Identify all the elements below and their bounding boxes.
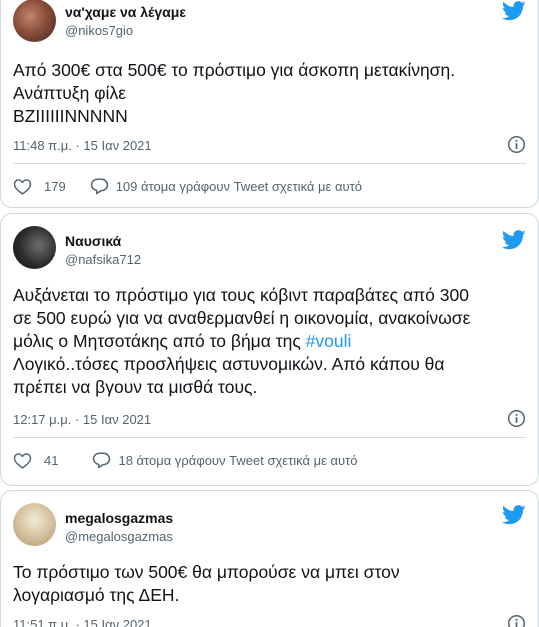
tweet-text-line: λογαριασμό της ΔΕΗ. xyxy=(13,585,180,605)
avatar[interactable] xyxy=(13,0,56,42)
divider xyxy=(13,437,526,438)
author-handle[interactable]: @megalosgazmas xyxy=(65,529,173,544)
tweet-text-line: μόλις ο Μητσοτάκης από το βήμα της #voul… xyxy=(13,330,528,353)
tweet-text-line: πρέπει να βγουν τα μισθά τους. xyxy=(13,377,258,397)
replies-link[interactable]: 18 άτομα γράφουν Tweet σχετικά με αυτό xyxy=(118,453,357,468)
tweet-text-line: Αυξάνεται το πρόστιμο για τους κόβιντ πα… xyxy=(13,285,469,305)
tweet-text-line: σε 500 ευρώ για να αναθερμανθεί η οικονο… xyxy=(13,308,471,328)
replies-link[interactable]: 109 άτομα γράφουν Tweet σχετικά με αυτό xyxy=(116,179,362,194)
avatar[interactable] xyxy=(13,503,56,546)
reply-icon xyxy=(93,452,111,469)
twitter-bird-icon[interactable] xyxy=(502,230,526,250)
like-button[interactable]: 41 xyxy=(13,452,58,469)
tweet-timestamp[interactable]: 11:48 π.μ. · 15 Ιαν 2021 xyxy=(13,138,152,153)
tweet-text: Από 300€ στα 500€ το πρόστιμο για άσκοπη… xyxy=(13,59,528,128)
tweet-text-segment: μόλις ο Μητσοτάκης από το βήμα της xyxy=(13,331,306,351)
tweet-timestamp[interactable]: 11:51 π.μ. · 15 Ιαν 2021 xyxy=(13,617,152,627)
tweet-text-line: BZIIIIIINNNNN xyxy=(13,106,128,126)
info-icon[interactable] xyxy=(507,135,526,154)
reply-button[interactable]: 18 άτομα γράφουν Tweet σχετικά με αυτό xyxy=(92,451,357,469)
like-count: 41 xyxy=(44,452,59,468)
tweet-text-line: Ανάπτυξη φίλε xyxy=(13,83,126,103)
author-handle[interactable]: @nikos7gio xyxy=(65,23,133,38)
tweet-text-line: Από 300€ στα 500€ το πρόστιμο για άσκοπη… xyxy=(13,60,456,80)
tweet-card[interactable]: megalosgazmas @megalosgazmas Το πρόστιμο… xyxy=(0,490,539,627)
like-count: 179 xyxy=(44,178,66,194)
tweet-text-line: Λογικό..τόσες προσλήψεις αστυνομικών. Απ… xyxy=(13,354,445,374)
heart-icon xyxy=(13,452,32,469)
reply-icon xyxy=(90,178,108,195)
reply-button[interactable]: 109 άτομα γράφουν Tweet σχετικά με αυτό xyxy=(90,177,362,195)
hashtag-link[interactable]: #vouli xyxy=(306,331,352,351)
avatar[interactable] xyxy=(13,226,56,269)
author-name[interactable]: megalosgazmas xyxy=(65,510,173,526)
tweet-actions: 179 109 άτομα γράφουν Tweet σχετικά με α… xyxy=(13,175,362,197)
heart-icon xyxy=(13,178,32,195)
like-button[interactable]: 179 xyxy=(13,178,66,195)
author-handle[interactable]: @nafsika712 xyxy=(65,252,141,267)
author-name[interactable]: να'χαμε να λέγαμε xyxy=(65,4,186,20)
divider xyxy=(13,163,526,164)
twitter-bird-icon[interactable] xyxy=(502,505,526,525)
tweet-text: Το πρόστιμο των 500€ θα μπορούσε να μπει… xyxy=(13,561,528,607)
tweet-card[interactable]: Ναυσικά @nafsika712 Αυξάνεται το πρόστιμ… xyxy=(0,213,539,486)
info-icon[interactable] xyxy=(507,614,526,627)
tweet-timestamp[interactable]: 12:17 μ.μ. · 15 Ιαν 2021 xyxy=(13,412,151,427)
twitter-bird-icon[interactable] xyxy=(502,1,526,21)
tweet-actions: 41 18 άτομα γράφουν Tweet σχετικά με αυτ… xyxy=(13,449,357,471)
tweet-card[interactable]: να'χαμε να λέγαμε @nikos7gio Από 300€ στ… xyxy=(0,0,539,208)
tweet-text: Αυξάνεται το πρόστιμο για τους κόβιντ πα… xyxy=(13,284,528,399)
author-name[interactable]: Ναυσικά xyxy=(65,233,121,249)
tweet-text-line: Το πρόστιμο των 500€ θα μπορούσε να μπει… xyxy=(13,562,400,582)
info-icon[interactable] xyxy=(507,409,526,428)
